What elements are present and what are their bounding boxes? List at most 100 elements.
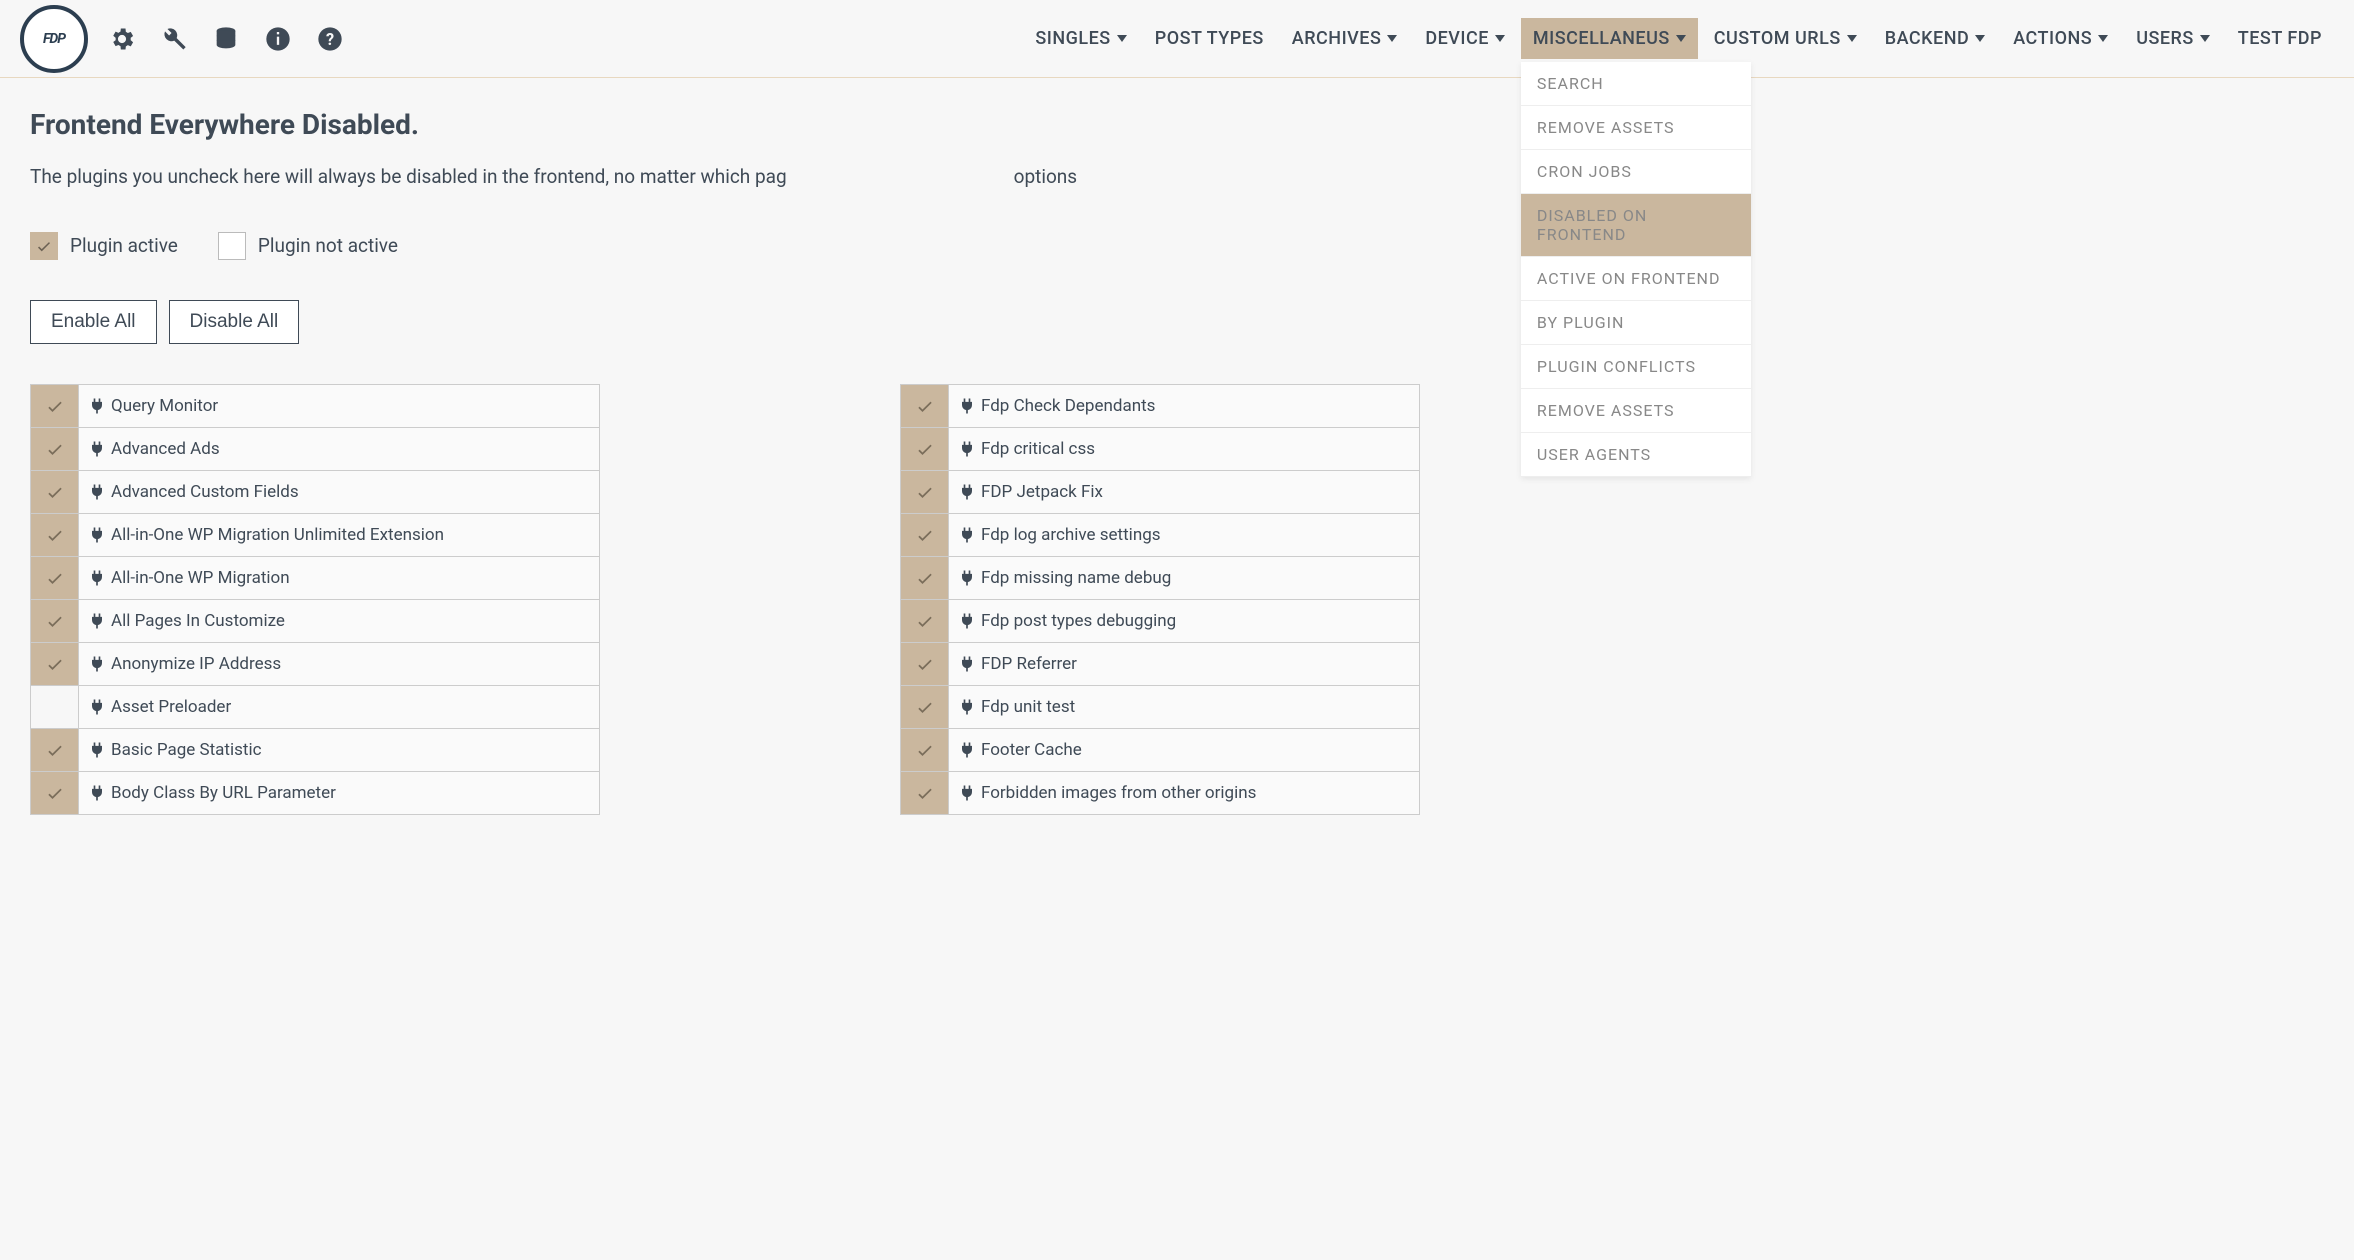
nav-item-archives[interactable]: ARCHIVES [1280, 18, 1410, 59]
plugin-name-cell[interactable]: FDP Jetpack Fix [949, 471, 1419, 513]
plugin-checkbox[interactable] [31, 729, 79, 771]
dropdown-item-remove-assets[interactable]: REMOVE ASSETS [1521, 106, 1751, 150]
check-icon [35, 237, 53, 255]
plugin-checkbox[interactable] [31, 686, 79, 728]
check-icon [45, 568, 65, 588]
plugin-checkbox[interactable] [31, 643, 79, 685]
dropdown-item-plugin-conflicts[interactable]: PLUGIN CONFLICTS [1521, 345, 1751, 389]
legend-active-checkbox [30, 232, 58, 260]
legend-active-label: Plugin active [70, 234, 178, 257]
header-icons [108, 25, 344, 53]
plugin-checkbox[interactable] [901, 385, 949, 427]
nav-item-device[interactable]: DEVICE [1413, 18, 1517, 59]
legend-inactive: Plugin not active [218, 232, 398, 260]
plugin-name-cell[interactable]: All Pages In Customize [79, 600, 599, 642]
nav-item-miscellaneus[interactable]: MISCELLANEUS [1521, 18, 1698, 59]
plugin-name-cell[interactable]: Fdp post types debugging [949, 600, 1419, 642]
plugin-name-cell[interactable]: Advanced Ads [79, 428, 599, 470]
plugin-row: All-in-One WP Migration Unlimited Extens… [30, 513, 600, 557]
check-icon [915, 611, 935, 631]
nav-item-post-types[interactable]: POST TYPES [1143, 18, 1276, 59]
plugin-name-cell[interactable]: Query Monitor [79, 385, 599, 427]
nav-item-test-fdp[interactable]: TEST FDP [2226, 18, 2334, 59]
check-icon [45, 740, 65, 760]
dropdown-item-user-agents[interactable]: USER AGENTS [1521, 433, 1751, 477]
legend-inactive-label: Plugin not active [258, 234, 398, 257]
chevron-down-icon [1847, 35, 1857, 42]
plugin-checkbox[interactable] [901, 428, 949, 470]
plugin-label: All-in-One WP Migration [111, 568, 290, 588]
plugin-checkbox[interactable] [31, 514, 79, 556]
plugin-name-cell[interactable]: Fdp log archive settings [949, 514, 1419, 556]
dropdown-item-cron-jobs[interactable]: CRON JOBS [1521, 150, 1751, 194]
plugin-label: FDP Jetpack Fix [981, 482, 1103, 502]
check-icon [915, 482, 935, 502]
plugin-name-cell[interactable]: All-in-One WP Migration [79, 557, 599, 599]
nav-label: DEVICE [1425, 28, 1489, 49]
plugin-checkbox[interactable] [31, 600, 79, 642]
plugin-name-cell[interactable]: Forbidden images from other origins [949, 772, 1419, 814]
plugin-name-cell[interactable]: Anonymize IP Address [79, 643, 599, 685]
chevron-down-icon [2200, 35, 2210, 42]
wrench-icon[interactable] [160, 25, 188, 53]
plug-icon [957, 482, 977, 502]
dropdown-item-remove-assets[interactable]: REMOVE ASSETS [1521, 389, 1751, 433]
plugin-checkbox[interactable] [901, 729, 949, 771]
dropdown-item-disabled-on-frontend[interactable]: DISABLED ON FRONTEND [1521, 194, 1751, 257]
plug-icon [957, 783, 977, 803]
nav-item-backend[interactable]: BACKEND [1873, 18, 1998, 59]
disable-all-button[interactable]: Disable All [169, 300, 300, 344]
nav-item-singles[interactable]: SINGLES [1023, 18, 1138, 59]
legend-inactive-checkbox [218, 232, 246, 260]
dropdown-item-by-plugin[interactable]: BY PLUGIN [1521, 301, 1751, 345]
check-icon [45, 525, 65, 545]
logo[interactable]: FDP [20, 5, 88, 73]
check-icon [915, 740, 935, 760]
nav-item-custom-urls[interactable]: CUSTOM URLS [1702, 18, 1869, 59]
database-icon[interactable] [212, 25, 240, 53]
plugin-name-cell[interactable]: All-in-One WP Migration Unlimited Extens… [79, 514, 599, 556]
plugin-name-cell[interactable]: Body Class By URL Parameter [79, 772, 599, 814]
plugin-label: Fdp post types debugging [981, 611, 1176, 631]
plugin-checkbox[interactable] [901, 600, 949, 642]
gear-icon[interactable] [108, 25, 136, 53]
nav-item-actions[interactable]: ACTIONS [2001, 18, 2120, 59]
plugin-label: Forbidden images from other origins [981, 783, 1256, 803]
plugin-name-cell[interactable]: Fdp critical css [949, 428, 1419, 470]
help-icon[interactable] [316, 25, 344, 53]
plugin-checkbox[interactable] [901, 514, 949, 556]
dropdown-item-active-on-frontend[interactable]: ACTIVE ON FRONTEND [1521, 257, 1751, 301]
plugin-row: FDP Referrer [900, 642, 1420, 686]
plugin-checkbox[interactable] [901, 686, 949, 728]
plugin-label: Fdp unit test [981, 697, 1075, 717]
enable-all-button[interactable]: Enable All [30, 300, 157, 344]
check-icon [45, 783, 65, 803]
plugin-name-cell[interactable]: Asset Preloader [79, 686, 599, 728]
info-icon[interactable] [264, 25, 292, 53]
check-icon [915, 525, 935, 545]
nav-label: TEST FDP [2238, 28, 2322, 49]
plug-icon [87, 783, 107, 803]
plugin-checkbox[interactable] [31, 385, 79, 427]
plugin-checkbox[interactable] [901, 557, 949, 599]
nav-label: USERS [2136, 28, 2194, 49]
header: FDP SINGLESPOST TYPESARCHIVES DEVICE MISCE… [0, 0, 2354, 78]
plugin-name-cell[interactable]: FDP Referrer [949, 643, 1419, 685]
plugin-checkbox[interactable] [901, 772, 949, 814]
plugin-checkbox[interactable] [31, 557, 79, 599]
plugin-label: All-in-One WP Migration Unlimited Extens… [111, 525, 444, 545]
plugin-name-cell[interactable]: Fdp unit test [949, 686, 1419, 728]
plugin-name-cell[interactable]: Basic Page Statistic [79, 729, 599, 771]
nav-item-users[interactable]: USERS [2124, 18, 2222, 59]
plugin-name-cell[interactable]: Footer Cache [949, 729, 1419, 771]
check-icon [915, 396, 935, 416]
plugin-checkbox[interactable] [31, 428, 79, 470]
plugin-checkbox[interactable] [901, 643, 949, 685]
plugin-name-cell[interactable]: Fdp missing name debug [949, 557, 1419, 599]
plugin-checkbox[interactable] [31, 772, 79, 814]
plugin-checkbox[interactable] [31, 471, 79, 513]
plugin-checkbox[interactable] [901, 471, 949, 513]
dropdown-item-search[interactable]: SEARCH [1521, 62, 1751, 106]
plugin-name-cell[interactable]: Fdp Check Dependants [949, 385, 1419, 427]
plugin-name-cell[interactable]: Advanced Custom Fields [79, 471, 599, 513]
